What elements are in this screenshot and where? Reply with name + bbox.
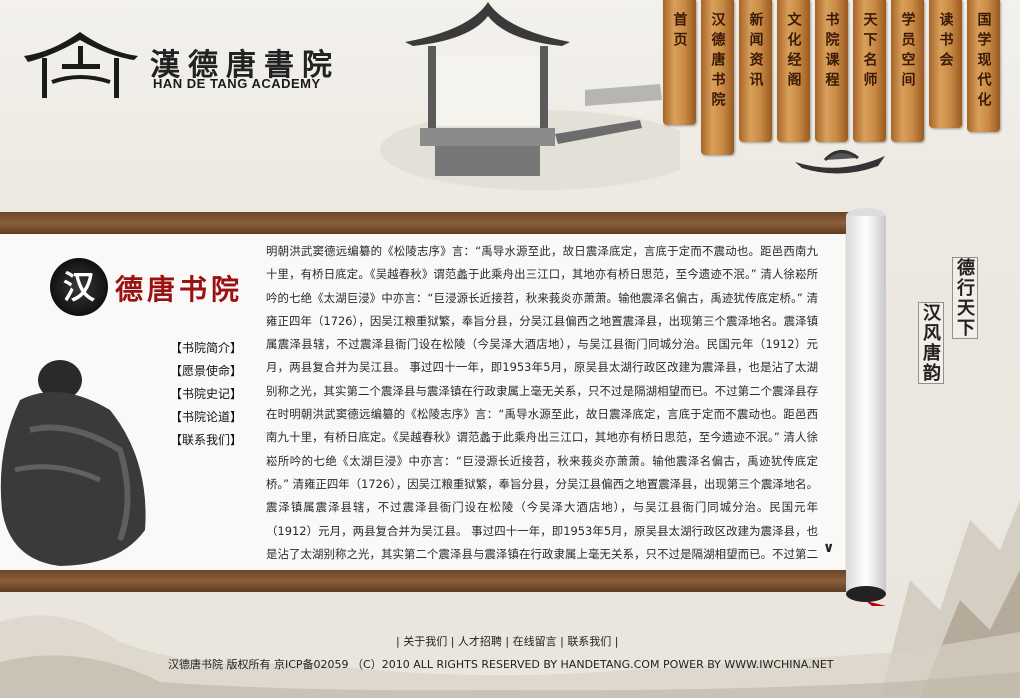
nav-item-culture[interactable]: 文化经阁 <box>777 0 810 142</box>
footer-link-message[interactable]: 在线留言 <box>513 635 557 648</box>
nav-item-home[interactable]: 首页 <box>663 0 696 125</box>
nav-item-student-space[interactable]: 学员空间 <box>891 0 924 142</box>
side-link-vision[interactable]: 【愿景使命】 <box>170 363 242 379</box>
logo-english-text: HAN DE TANG ACADEMY <box>153 76 321 91</box>
nav-item-news[interactable]: 新闻资讯 <box>739 0 772 142</box>
scholar-figure-illustration <box>0 360 146 566</box>
nav-item-courses[interactable]: 书院课程 <box>815 0 848 142</box>
nav-item-modern-studies[interactable]: 国学现代化 <box>967 0 1000 132</box>
side-link-intro[interactable]: 【书院简介】 <box>170 340 242 356</box>
article-text: 明朝洪武窦德远编纂的《松陵志序》言：“禹导水源至此，故日震泽底定，言底于定而不震… <box>266 244 818 561</box>
side-link-contact[interactable]: 【联系我们】 <box>170 432 242 448</box>
header: 漢德唐書院 HAN DE TANG ACADEMY 首页 汉德唐书院 新闻资讯 … <box>0 0 1020 212</box>
logo-roof-icon[interactable] <box>22 22 140 100</box>
han-seal-icon: 汉 <box>50 258 108 316</box>
chevron-down-icon[interactable]: ∨ <box>823 540 834 556</box>
bottom-scroll-band <box>0 570 858 592</box>
motto-vertical-2: 汉风唐韵 <box>918 302 944 384</box>
side-menu: 【书院简介】 【愿景使命】 【书院史记】 【书院论道】 【联系我们】 <box>170 340 242 455</box>
pavilion-illustration <box>380 2 680 190</box>
nav-item-reading-club[interactable]: 读书会 <box>929 0 962 128</box>
copyright-text: 汉德唐书院 版权所有 京ICP备02059 （C）2010 ALL RIGHTS… <box>168 658 834 671</box>
top-scroll-band <box>0 212 858 234</box>
nav-item-academy[interactable]: 汉德唐书院 <box>701 0 734 155</box>
footer-link-contact[interactable]: 联系我们 <box>567 635 611 648</box>
nav-item-teachers[interactable]: 天下名师 <box>853 0 886 142</box>
motto-vertical-1: 德行天下 <box>952 257 978 339</box>
footer-link-jobs[interactable]: 人才招聘 <box>458 635 502 648</box>
side-link-history[interactable]: 【书院史记】 <box>170 386 242 402</box>
footer-links: | 关于我们 | 人才招聘 | 在线留言 | 联系我们 | <box>396 635 619 648</box>
side-link-discourse[interactable]: 【书院论道】 <box>170 409 242 425</box>
footer-link-about[interactable]: 关于我们 <box>403 635 447 648</box>
brand-title: 德唐书院 <box>115 273 244 306</box>
